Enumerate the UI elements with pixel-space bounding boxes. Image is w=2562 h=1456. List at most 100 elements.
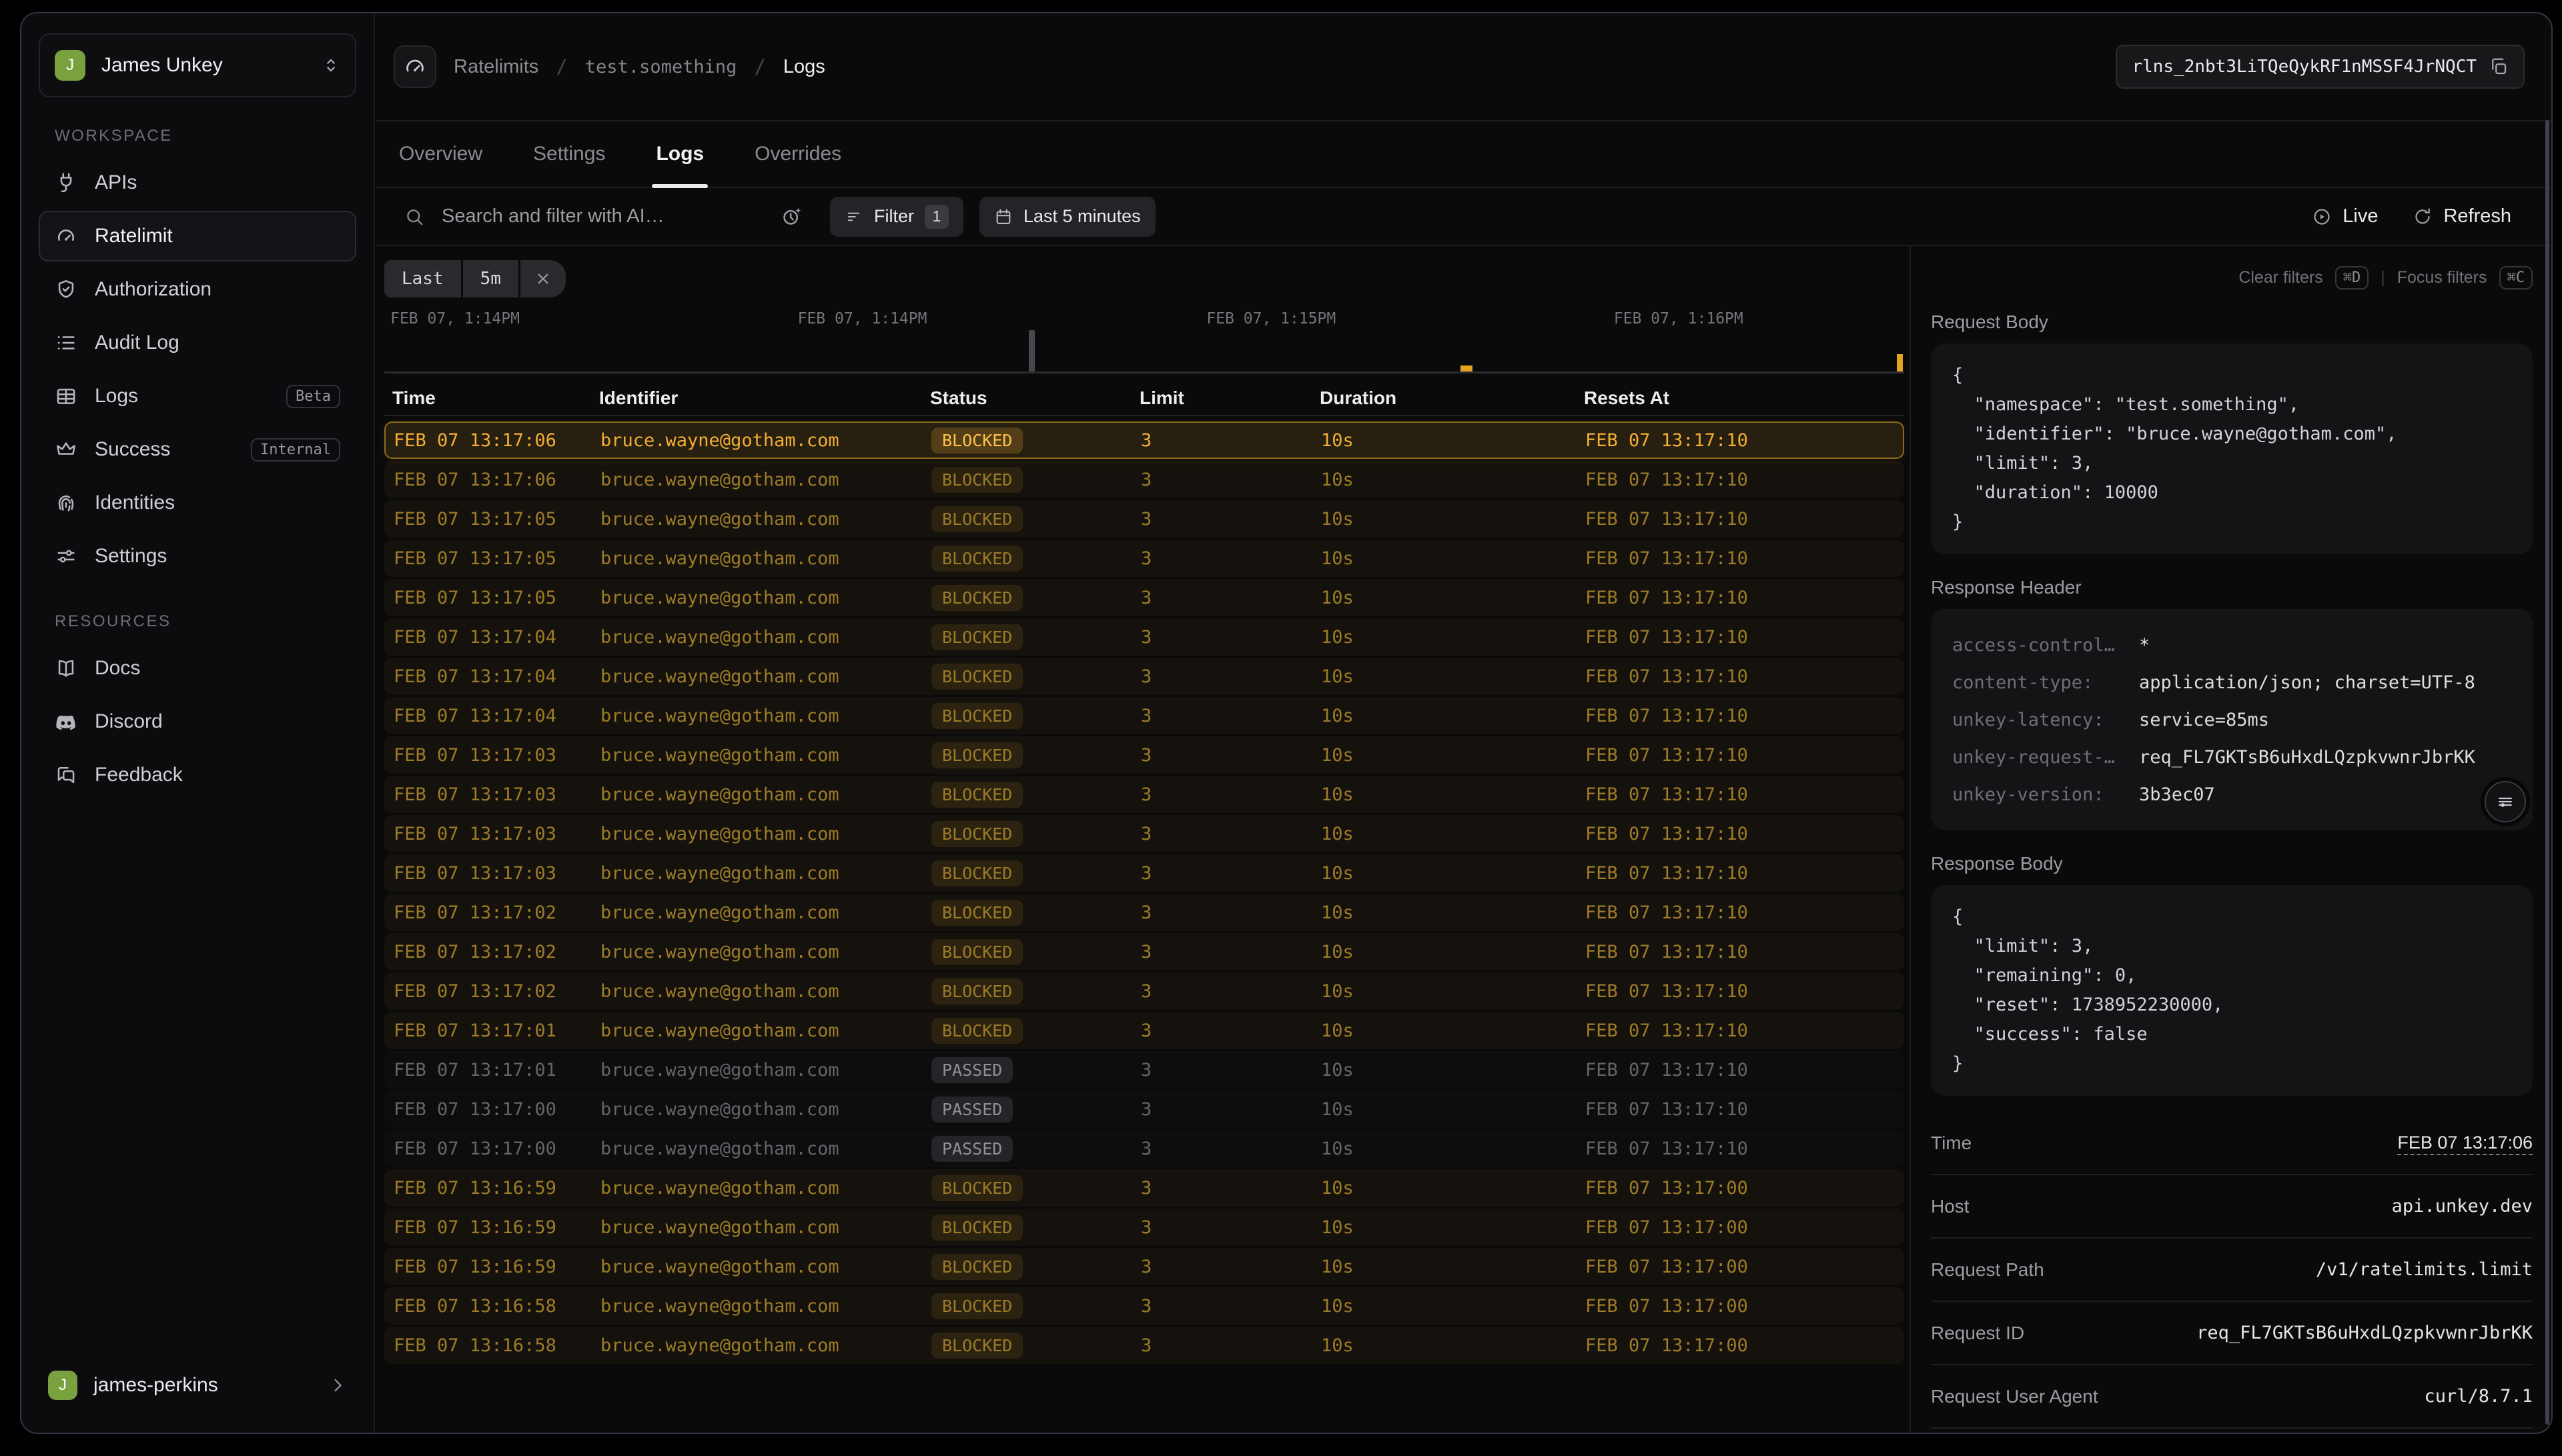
sidebar-item-identities[interactable]: Identities — [39, 478, 356, 528]
log-status: BLOCKED — [931, 900, 1141, 926]
live-button[interactable]: Live — [2312, 205, 2378, 227]
breadcrumb-namespace[interactable]: test.something — [585, 57, 737, 77]
tab-settings[interactable]: Settings — [529, 121, 609, 187]
timeline-chart[interactable]: FEB 07, 1:14PMFEB 07, 1:14PMFEB 07, 1:15… — [384, 309, 1904, 374]
status-badge: BLOCKED — [931, 1215, 1023, 1241]
log-row[interactable]: FEB 07 13:17:05 bruce.wayne@gotham.com B… — [384, 579, 1904, 616]
log-row[interactable]: FEB 07 13:17:00 bruce.wayne@gotham.com P… — [384, 1130, 1904, 1167]
log-row[interactable]: FEB 07 13:17:06 bruce.wayne@gotham.com B… — [384, 461, 1904, 498]
workspace-avatar: J — [55, 50, 85, 81]
search-input[interactable] — [440, 205, 737, 228]
filter-chip-field[interactable]: Last — [384, 260, 461, 297]
log-row[interactable]: FEB 07 13:16:58 bruce.wayne@gotham.com B… — [384, 1287, 1904, 1325]
log-row[interactable]: FEB 07 13:17:04 bruce.wayne@gotham.com B… — [384, 697, 1904, 734]
user-name: james-perkins — [93, 1374, 312, 1397]
filter-chip-remove[interactable] — [520, 260, 566, 297]
header-key: content-type: — [1952, 672, 2120, 693]
user-menu[interactable]: J james-perkins — [39, 1362, 356, 1409]
log-row[interactable]: FEB 07 13:17:04 bruce.wayne@gotham.com B… — [384, 658, 1904, 695]
fingerprint-icon — [55, 492, 77, 514]
filter-chip-value[interactable]: 5m — [463, 260, 518, 297]
detail-value: api.unkey.dev — [2392, 1196, 2533, 1217]
sidebar-item-logs[interactable]: LogsBeta — [39, 371, 356, 422]
log-row[interactable]: FEB 07 13:16:59 bruce.wayne@gotham.com B… — [384, 1169, 1904, 1207]
log-time: FEB 07 13:16:59 — [394, 1217, 600, 1238]
log-status: BLOCKED — [931, 821, 1141, 847]
calendar-icon — [994, 207, 1013, 226]
app-screen: J James Unkey WORKSPACE APIsRatelimitAut… — [0, 0, 2562, 1456]
log-row[interactable]: FEB 07 13:16:59 bruce.wayne@gotham.com B… — [384, 1248, 1904, 1285]
sidebar-item-apis[interactable]: APIs — [39, 157, 356, 208]
log-identifier: bruce.wayne@gotham.com — [600, 706, 931, 726]
log-row[interactable]: FEB 07 13:17:03 bruce.wayne@gotham.com B… — [384, 776, 1904, 813]
log-row[interactable]: FEB 07 13:17:04 bruce.wayne@gotham.com B… — [384, 618, 1904, 656]
log-status: BLOCKED — [931, 624, 1141, 650]
log-row[interactable]: FEB 07 13:16:58 bruce.wayne@gotham.com B… — [384, 1327, 1904, 1364]
sidebar-item-settings[interactable]: Settings — [39, 531, 356, 582]
sidebar-item-audit-log[interactable]: Audit Log — [39, 317, 356, 368]
log-identifier: bruce.wayne@gotham.com — [600, 1217, 931, 1238]
time-range-button[interactable]: Last 5 minutes — [979, 197, 1156, 237]
log-row[interactable]: FEB 07 13:17:05 bruce.wayne@gotham.com B… — [384, 540, 1904, 577]
sidebar-item-feedback[interactable]: Feedback — [39, 750, 356, 800]
log-row[interactable]: FEB 07 13:17:03 bruce.wayne@gotham.com B… — [384, 815, 1904, 852]
filter-button[interactable]: Filter 1 — [830, 197, 963, 237]
log-row[interactable]: FEB 07 13:16:59 bruce.wayne@gotham.com B… — [384, 1209, 1904, 1246]
resources-section-label: RESOURCES — [55, 612, 356, 631]
workspace-switcher[interactable]: J James Unkey — [39, 33, 356, 97]
sidebar-item-ratelimit[interactable]: Ratelimit — [39, 211, 356, 261]
log-limit: 3 — [1141, 1257, 1321, 1277]
sidebar-item-success[interactable]: SuccessInternal — [39, 424, 356, 475]
log-resets-at: FEB 07 13:17:00 — [1585, 1178, 1903, 1199]
status-badge: PASSED — [931, 1136, 1013, 1162]
detail-field-time: TimeFEB 07 13:17:06 — [1931, 1112, 2533, 1174]
log-row[interactable]: FEB 07 13:17:06 bruce.wayne@gotham.com B… — [384, 422, 1904, 459]
response-header-entry: access-control…* — [1952, 626, 2511, 664]
sidebar-item-authorization[interactable]: Authorization — [39, 264, 356, 315]
active-filters-row: Last 5m — [384, 259, 1904, 298]
filter-count-badge: 1 — [925, 205, 949, 229]
log-row[interactable]: FEB 07 13:17:05 bruce.wayne@gotham.com B… — [384, 500, 1904, 538]
discord-icon — [55, 710, 77, 733]
refresh-button[interactable]: Refresh — [2413, 205, 2511, 227]
clear-filters-label[interactable]: Clear filters — [2238, 268, 2322, 287]
sidebar-item-discord[interactable]: Discord — [39, 696, 356, 747]
header-value: req_FL7GKTsB6uHxdLQzpkvwnrJbrKK — [2139, 747, 2511, 768]
log-identifier: bruce.wayne@gotham.com — [600, 1296, 931, 1317]
status-badge: BLOCKED — [931, 506, 1023, 532]
query-history-icon[interactable] — [781, 205, 803, 228]
timeline-cursor[interactable] — [1029, 330, 1035, 372]
log-row[interactable]: FEB 07 13:17:01 bruce.wayne@gotham.com P… — [384, 1051, 1904, 1088]
log-identifier: bruce.wayne@gotham.com — [600, 824, 931, 844]
filter-settings-icon — [2495, 792, 2515, 812]
log-row[interactable]: FEB 07 13:17:02 bruce.wayne@gotham.com B… — [384, 972, 1904, 1010]
tab-logs[interactable]: Logs — [652, 121, 708, 187]
log-row[interactable]: FEB 07 13:17:03 bruce.wayne@gotham.com B… — [384, 736, 1904, 774]
sidebar-item-badge: Internal — [251, 438, 340, 462]
log-row[interactable]: FEB 07 13:17:01 bruce.wayne@gotham.com B… — [384, 1012, 1904, 1049]
log-row[interactable]: FEB 07 13:17:00 bruce.wayne@gotham.com P… — [384, 1090, 1904, 1128]
tab-overview[interactable]: Overview — [395, 121, 486, 187]
sidebar-item-docs[interactable]: Docs — [39, 643, 356, 694]
log-row[interactable]: FEB 07 13:17:03 bruce.wayne@gotham.com B… — [384, 854, 1904, 892]
log-settings-button[interactable] — [2485, 781, 2526, 822]
log-row[interactable]: FEB 07 13:17:02 bruce.wayne@gotham.com B… — [384, 933, 1904, 970]
log-resets-at: FEB 07 13:17:00 — [1585, 1217, 1903, 1238]
copy-icon[interactable] — [2489, 57, 2509, 77]
ratelimit-id-button[interactable]: rlns_2nbt3LiTQeQykRF1nMSSF4JrNQCT — [2116, 45, 2525, 89]
log-identifier: bruce.wayne@gotham.com — [600, 588, 931, 608]
window-scrollbar[interactable] — [2545, 120, 2549, 1425]
tab-overrides[interactable]: Overrides — [751, 121, 845, 187]
header-value: application/json; charset=UTF-8 — [2139, 672, 2511, 693]
sidebar: J James Unkey WORKSPACE APIsRatelimitAut… — [21, 13, 375, 1433]
log-limit: 3 — [1141, 430, 1321, 451]
log-identifier: bruce.wayne@gotham.com — [600, 470, 931, 490]
meta-fields: TimeFEB 07 13:17:06Hostapi.unkey.devRequ… — [1931, 1112, 2533, 1434]
log-status: BLOCKED — [931, 703, 1141, 729]
status-badge: PASSED — [931, 1057, 1013, 1083]
breadcrumb-root[interactable]: Ratelimits — [454, 56, 538, 78]
log-time: FEB 07 13:17:01 — [394, 1020, 600, 1041]
log-row[interactable]: FEB 07 13:17:02 bruce.wayne@gotham.com B… — [384, 894, 1904, 931]
search-box[interactable] — [404, 205, 751, 228]
focus-filters-label[interactable]: Focus filters — [2397, 268, 2487, 287]
